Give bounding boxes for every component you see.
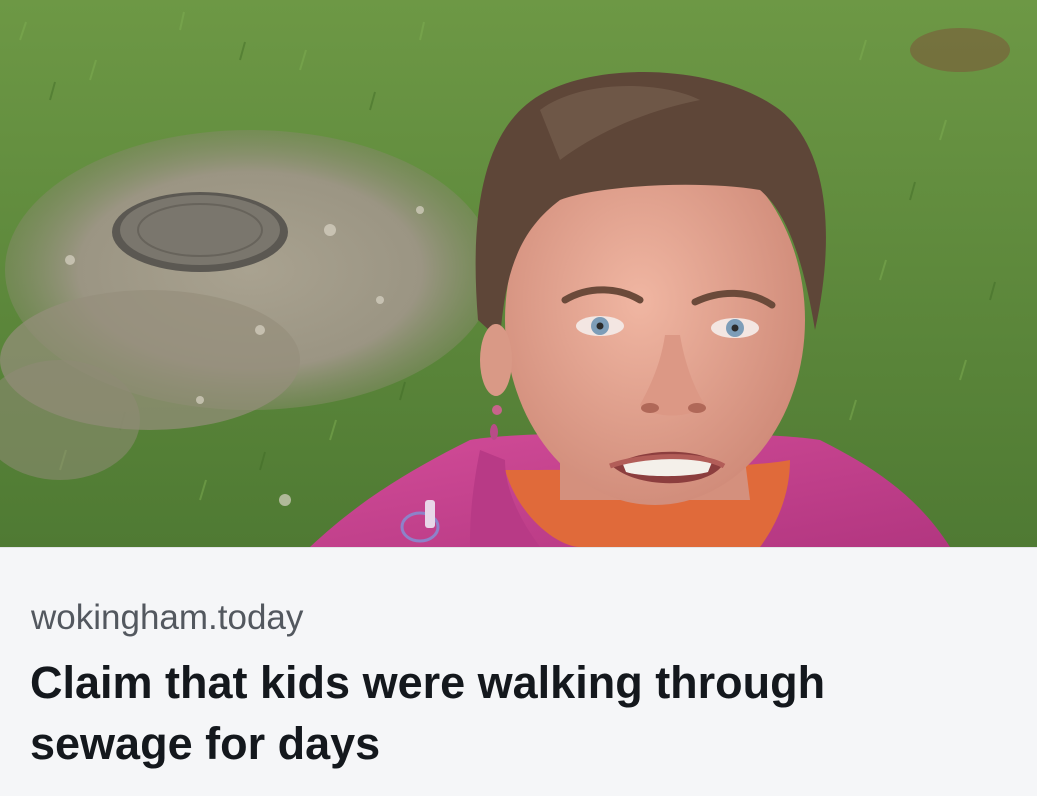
link-caption: wokingham.today Claim that kids were wal…: [0, 547, 1037, 796]
article-photo: [0, 0, 1037, 547]
article-headline[interactable]: Claim that kids were walking through sew…: [30, 652, 990, 774]
link-preview-card[interactable]: wokingham.today Claim that kids were wal…: [0, 0, 1037, 796]
source-domain: wokingham.today: [31, 598, 304, 637]
